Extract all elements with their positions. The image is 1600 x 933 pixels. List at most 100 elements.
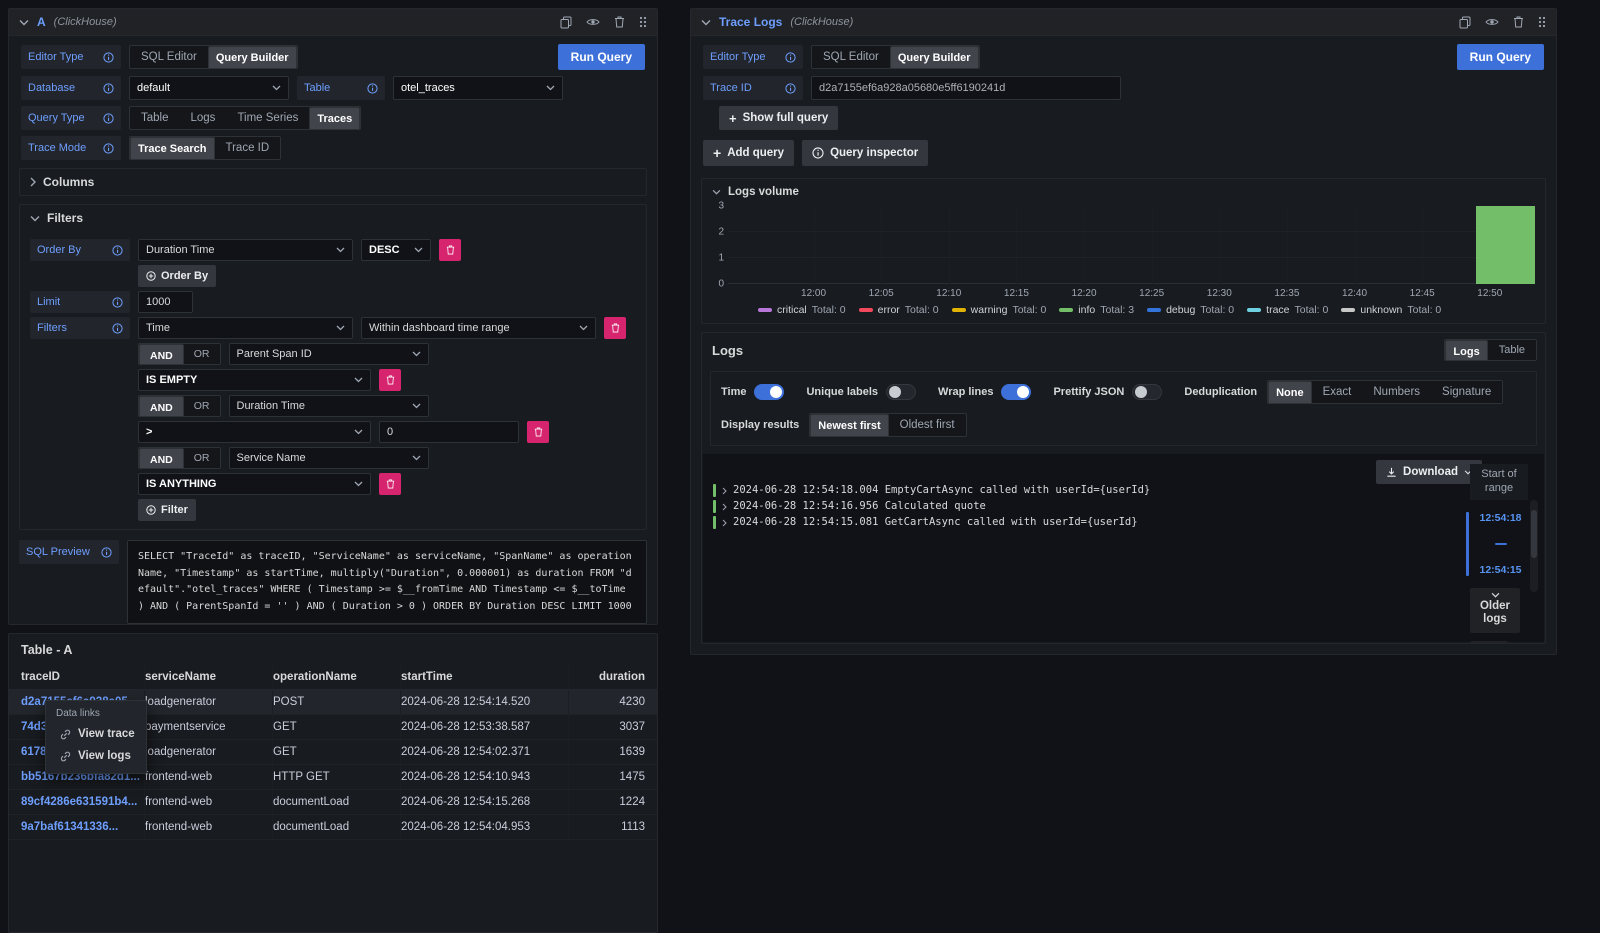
grid-line xyxy=(1287,206,1288,284)
run-query-button[interactable]: Run Query xyxy=(1457,44,1544,70)
filter-operator-select[interactable]: IS EMPTY xyxy=(138,369,371,391)
legend-item[interactable]: traceTotal: 0 xyxy=(1247,304,1328,316)
query-type-logs[interactable]: Logs xyxy=(180,107,227,129)
time-filter-field-select[interactable]: Time xyxy=(138,317,353,339)
hide-response-eye-icon[interactable] xyxy=(586,17,600,27)
order-by-field-select[interactable]: Duration Time xyxy=(138,239,353,261)
view-tab-table[interactable]: Table xyxy=(1488,340,1536,360)
trace-id-input[interactable] xyxy=(811,76,1121,100)
older-logs-button[interactable]: Older logs xyxy=(1470,588,1520,634)
bool-or[interactable]: OR xyxy=(184,448,220,468)
collapse-chevron-icon[interactable] xyxy=(19,19,29,26)
log-line[interactable]: 2024-06-28 12:54:18.004 EmptyCartAsync c… xyxy=(713,484,1432,497)
view-logs-link[interactable]: View logs xyxy=(46,745,146,767)
remove-filter-button[interactable] xyxy=(379,369,401,391)
filter-value-input[interactable] xyxy=(379,421,519,443)
column-header-operationname[interactable]: operationName xyxy=(273,664,401,689)
column-header-duration[interactable]: duration xyxy=(569,664,645,689)
time-filter-value-select[interactable]: Within dashboard time range xyxy=(361,317,596,339)
dedup-numbers[interactable]: Numbers xyxy=(1362,381,1431,403)
query-inspector-button[interactable]: Query inspector xyxy=(802,140,928,166)
query-type-label: Query Type xyxy=(21,106,121,130)
table-select[interactable]: otel_traces xyxy=(393,76,563,100)
column-header-starttime[interactable]: startTime xyxy=(401,664,569,689)
dedup-none[interactable]: None xyxy=(1268,381,1312,404)
remove-query-trash-icon[interactable] xyxy=(614,16,625,28)
order-newest-first[interactable]: Newest first xyxy=(810,414,888,437)
legend-item[interactable]: criticalTotal: 0 xyxy=(758,304,846,316)
legend-item[interactable]: unknownTotal: 0 xyxy=(1341,304,1441,316)
filter-field-select[interactable]: Service Name xyxy=(229,447,429,469)
remove-filter-button[interactable] xyxy=(527,421,549,443)
add-query-button[interactable]: +Add query xyxy=(703,140,794,166)
columns-section-header[interactable]: Columns xyxy=(20,169,646,195)
tab-sql-editor[interactable]: SQL Editor xyxy=(812,46,890,68)
query-type-timeseries[interactable]: Time Series xyxy=(226,107,309,129)
scrollbar-thumb[interactable] xyxy=(1531,510,1537,558)
dedup-signature[interactable]: Signature xyxy=(1431,381,1502,403)
legend-item[interactable]: warningTotal: 0 xyxy=(952,304,1047,316)
prettify-json-toggle[interactable] xyxy=(1132,384,1162,400)
legend-item[interactable]: debugTotal: 0 xyxy=(1147,304,1234,316)
order-by-direction-select[interactable]: DESC xyxy=(361,239,431,261)
legend-item[interactable]: errorTotal: 0 xyxy=(859,304,939,316)
time-toggle[interactable] xyxy=(754,384,784,400)
trace-mode-search[interactable]: Trace Search xyxy=(130,137,215,160)
show-full-query-button[interactable]: +Show full query xyxy=(719,106,838,130)
bool-and[interactable]: AND xyxy=(139,344,184,365)
legend-item[interactable]: infoTotal: 3 xyxy=(1059,304,1134,316)
log-time-range-indicator: 12:54:18 12:54:15 xyxy=(1466,512,1532,576)
view-tab-logs[interactable]: Logs xyxy=(1445,340,1487,361)
collapse-chevron-icon[interactable] xyxy=(701,19,711,26)
bool-and[interactable]: AND xyxy=(139,448,184,469)
drag-handle-icon[interactable] xyxy=(639,16,647,28)
limit-input[interactable] xyxy=(138,291,193,313)
trace-mode-id[interactable]: Trace ID xyxy=(215,137,281,159)
tab-sql-editor[interactable]: SQL Editor xyxy=(130,46,208,68)
duplicate-icon[interactable] xyxy=(1459,16,1471,29)
remove-filter-button[interactable] xyxy=(379,473,401,495)
tab-query-builder[interactable]: Query Builder xyxy=(890,46,979,69)
order-oldest-first[interactable]: Oldest first xyxy=(889,414,966,436)
remove-order-by-button[interactable] xyxy=(439,239,461,261)
logs-volume-header[interactable]: Logs volume xyxy=(702,179,1545,200)
query-type-table[interactable]: Table xyxy=(130,107,180,129)
wrap-lines-toggle[interactable] xyxy=(1001,384,1031,400)
dedup-exact[interactable]: Exact xyxy=(1312,381,1363,403)
tab-query-builder[interactable]: Query Builder xyxy=(208,46,297,69)
column-header-traceid[interactable]: traceID xyxy=(21,664,145,689)
bool-or[interactable]: OR xyxy=(184,396,220,416)
log-line[interactable]: 2024-06-28 12:54:15.081 GetCartAsync cal… xyxy=(713,516,1432,529)
chevron-down-icon xyxy=(354,377,363,383)
drag-handle-icon[interactable] xyxy=(1538,16,1546,28)
add-order-by-button[interactable]: Order By xyxy=(138,265,216,287)
trace-id-link[interactable]: 89cf4286e631591b4... xyxy=(21,790,145,814)
deduplication-switch: None Exact Numbers Signature xyxy=(1267,380,1503,404)
view-trace-link[interactable]: View trace xyxy=(46,723,146,745)
table-panel: Table - A traceID serviceName operationN… xyxy=(8,633,658,933)
remove-query-trash-icon[interactable] xyxy=(1513,16,1524,28)
query-editor-panel-a: A (ClickHouse) Editor Type SQL Editor Qu… xyxy=(8,8,658,625)
query-ref-title: A xyxy=(37,15,46,29)
bool-or[interactable]: OR xyxy=(184,344,220,364)
database-select[interactable]: default xyxy=(129,76,289,100)
add-filter-button[interactable]: Filter xyxy=(138,499,196,521)
log-line[interactable]: 2024-06-28 12:54:16.956 Calculated quote xyxy=(713,500,1432,513)
filter-operator-select[interactable]: IS ANYTHING xyxy=(138,473,371,495)
unique-labels-toggle[interactable] xyxy=(886,384,916,400)
filter-field-select[interactable]: Duration Time xyxy=(229,395,429,417)
scroll-to-top-button[interactable]: ↑ xyxy=(1470,641,1508,644)
query-type-traces[interactable]: Traces xyxy=(309,107,360,130)
run-query-button[interactable]: Run Query xyxy=(558,44,645,70)
remove-time-filter-button[interactable] xyxy=(604,317,626,339)
filters-section-header[interactable]: Filters xyxy=(20,205,646,231)
duplicate-icon[interactable] xyxy=(560,16,572,29)
filter-field-select[interactable]: Parent Span ID xyxy=(229,343,429,365)
bool-and[interactable]: AND xyxy=(139,396,184,417)
hide-response-eye-icon[interactable] xyxy=(1485,17,1499,27)
sql-preview-label: SQL Preview xyxy=(19,540,119,564)
trace-mode-label: Trace Mode xyxy=(21,136,121,160)
filter-operator-select[interactable]: > xyxy=(138,421,371,443)
trace-id-link[interactable]: 9a7baf61341336... xyxy=(21,815,145,839)
column-header-servicename[interactable]: serviceName xyxy=(145,664,273,689)
